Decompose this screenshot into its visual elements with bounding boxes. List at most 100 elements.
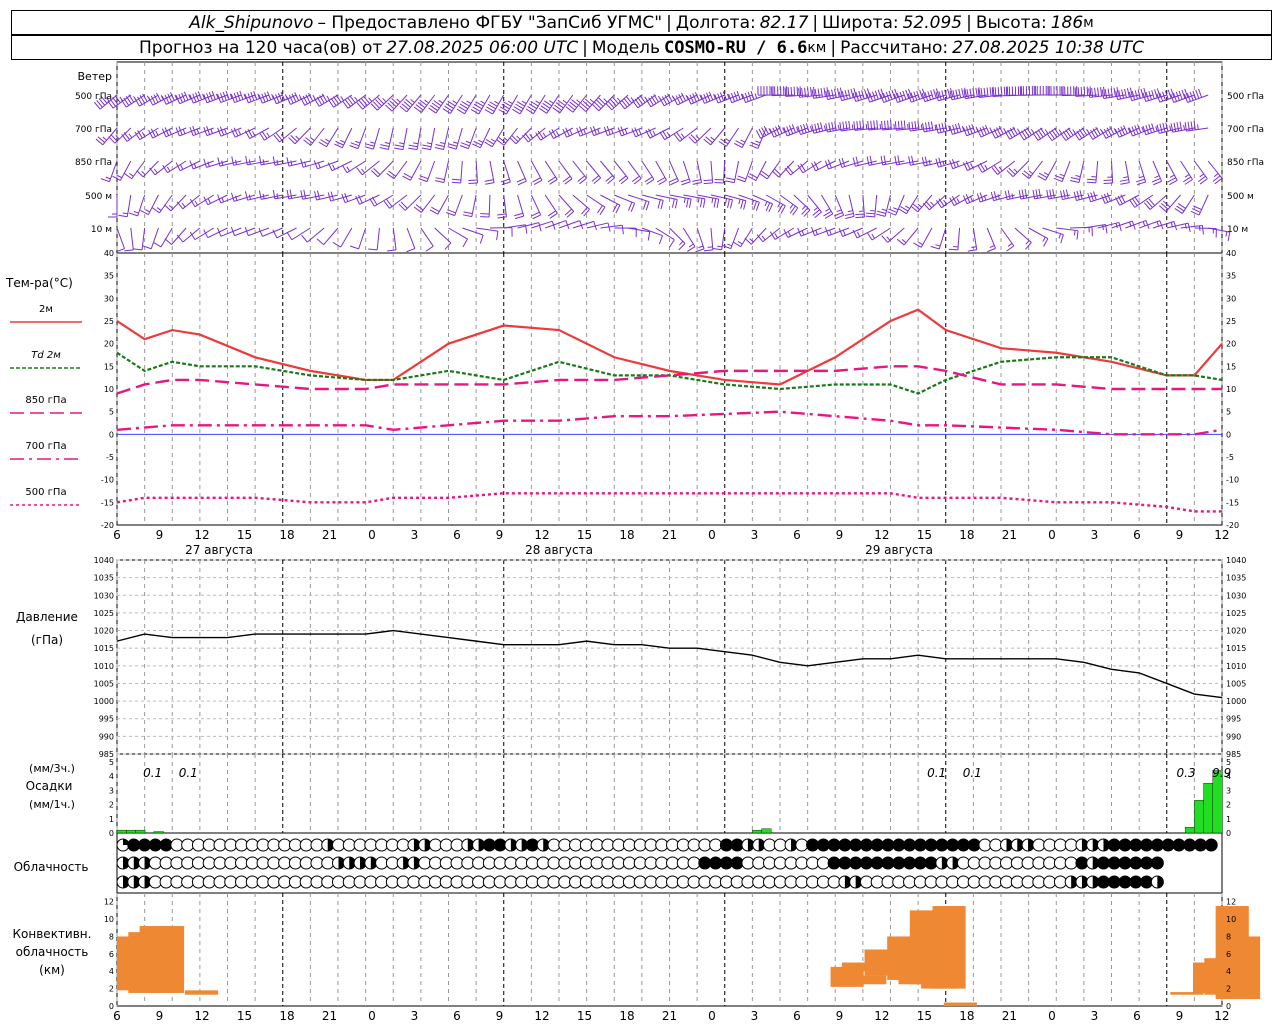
wind-barb-flag [128,133,133,139]
cloud-symbol [644,838,658,852]
cloud-symbol [127,838,141,852]
wind-barb-flag [886,236,891,241]
cloud-symbol [838,856,852,870]
wind-level-label-right: 850 гПа [1227,158,1264,168]
temp-ytick-right: -10 [1226,476,1239,485]
wind-barb-shaft [150,227,159,249]
wind-barb-flag [845,215,855,219]
wind-barb-flag [740,139,746,143]
wind-barb-flag [115,135,120,140]
wind-barb-flag [1155,126,1158,132]
wind-barb-flag [1103,86,1106,96]
wind-barb-shaft [696,227,705,250]
wind-barb-flag [638,129,642,135]
cloud-symbol [655,856,669,870]
temp-ytick: -15 [101,498,114,507]
wind-barb-flag [576,99,581,104]
cloud-symbol [903,838,917,852]
prec-ytick-right: 1 [1226,815,1231,824]
cloud-symbol [622,875,636,889]
wind-barb-flag [1003,86,1006,96]
precip-unit-1h: (мм/1ч.) [29,798,75,811]
prec-ytick-right: 0 [1226,829,1231,838]
x-tick-label: 9 [156,528,164,542]
wind-barb-flag [354,96,359,102]
wind-barb-shaft [1152,160,1163,182]
wind-barb-flag [934,124,937,130]
wind-barb-flag [1162,123,1166,133]
cloud-symbol [1129,856,1143,870]
cloud-symbol [946,875,960,889]
wind-barb-flag [865,215,875,218]
wind-barb-flag [176,234,184,243]
wind-barb-flag [716,198,720,209]
wind-barb-flag [1169,174,1175,178]
wind-barb-flag [852,157,856,167]
cloud-symbol [504,875,518,889]
wind-barb-flag [813,86,815,96]
wind-barb-flag [952,90,956,100]
wind-barb-flag [1058,129,1063,135]
wind-panel [93,86,1231,253]
wind-barb-flag [703,249,713,252]
wind-barb-flag [555,131,560,136]
wind-barb-flag [702,198,706,208]
wind-barb-flag [687,246,696,252]
wind-barb-flag [516,135,521,140]
wind-barb-flag [784,87,787,97]
wind-barb-flag [647,231,651,241]
wind-barb-flag [722,244,732,250]
wind-barb-shaft [361,160,380,176]
wind-barb-flag [681,133,685,139]
wind-barb-flag [922,122,925,133]
wind-barb-shaft [993,194,1015,202]
wind-barb-flag [1120,126,1126,136]
precip-annotation: 9.9 [1212,766,1231,780]
wind-barb-flag [774,233,778,239]
prec-ytick: 5 [109,758,114,767]
wind-barb-flag [787,231,791,237]
wind-barb-flag [876,120,879,130]
cloud-symbol [428,838,442,852]
wind-barb-flag [755,140,761,144]
wind-barb-flag [1086,181,1096,184]
day-label: 29 августа [865,543,933,557]
wind-barb-shaft [744,160,753,182]
wind-barb-flag [924,156,928,166]
temp-ytick: 40 [104,249,114,258]
cloud-symbol [633,875,647,889]
wind-barb-flag [660,200,664,210]
wind-barb-flag [975,87,978,97]
wind-barb-shaft [448,227,468,240]
pres-ytick-right: 1005 [1226,679,1246,688]
wind-barb-flag [969,88,972,98]
x-tick-label: 15 [917,528,932,542]
wind-barb-flag [866,156,870,166]
wind-barb-flag [828,90,831,100]
cloud-symbol [493,838,507,852]
wind-barb-flag [1100,87,1103,97]
x-tick-label: 6 [1133,528,1141,542]
wind-barb-flag [514,215,524,220]
wind-barb-flag [887,211,896,216]
x-tick-label: 12 [534,528,549,542]
wind-barb-flag [933,89,937,99]
wind-barb-flag [460,142,470,147]
wind-barb-shaft [326,127,339,148]
x-tick-label: 0 [368,528,376,542]
cloud-symbol [288,856,302,870]
x-tick-label: 9 [496,528,504,542]
wind-barb-flag [738,199,741,205]
cloud-symbol [881,856,895,870]
cloud-symbol [687,875,701,889]
wind-barb-shaft [420,194,436,213]
wind-barb-flag [1011,193,1014,199]
wind-barb-flag [399,142,405,145]
wind-barb-flag [583,129,587,135]
cloud-symbol [709,875,723,889]
wind-barb-flag [847,89,851,99]
cloud-symbol [859,875,873,889]
wind-barb-shaft [1012,160,1029,177]
cloud-symbol [762,838,776,852]
temp-ytick-right: 15 [1226,362,1236,371]
